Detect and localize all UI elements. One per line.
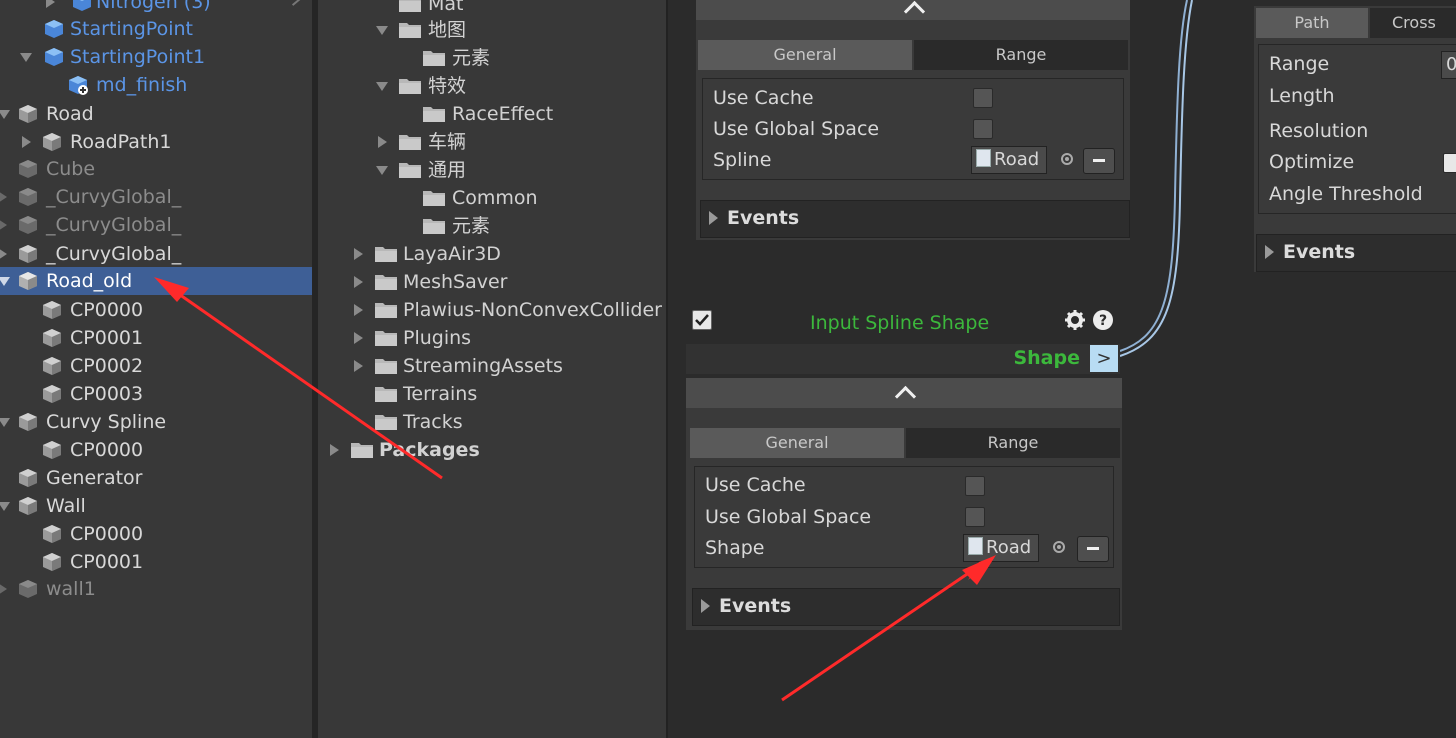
annotation-arrows [154,277,996,702]
